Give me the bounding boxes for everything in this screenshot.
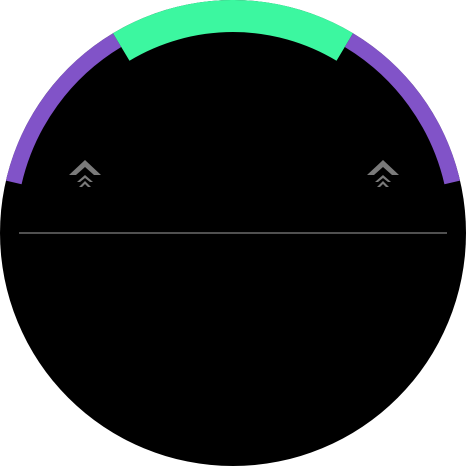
watch-face — [0, 0, 466, 466]
